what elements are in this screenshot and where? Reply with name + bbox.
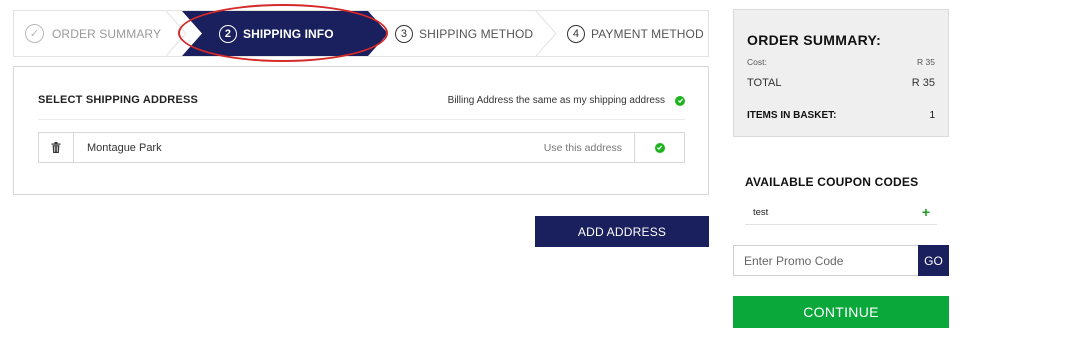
step-label: SHIPPING INFO [243, 26, 334, 41]
selected-address-indicator[interactable] [634, 133, 684, 162]
cost-label: Cost: [747, 57, 767, 67]
coupon-code: test [753, 206, 769, 218]
promo-code-form: GO [733, 245, 949, 276]
promo-code-input[interactable] [733, 245, 918, 276]
plus-icon[interactable]: + [922, 204, 937, 220]
checkout-steps: ✓ ORDER SUMMARY 2 SHIPPING INFO 3 SHIPPI… [13, 10, 709, 57]
go-button[interactable]: GO [918, 245, 949, 276]
billing-same-label: Billing Address the same as my shipping … [447, 95, 665, 106]
step-shipping-method[interactable]: 3 SHIPPING METHOD [395, 11, 533, 56]
shipping-address-panel: SELECT SHIPPING ADDRESS Billing Address … [13, 66, 709, 195]
coupon-codes-title: AVAILABLE COUPON CODES [745, 175, 919, 189]
section-heading: SELECT SHIPPING ADDRESS [38, 94, 199, 106]
continue-button[interactable]: CONTINUE [733, 296, 949, 328]
step-order-summary[interactable]: ✓ ORDER SUMMARY [25, 11, 161, 56]
items-value: 1 [929, 110, 935, 121]
address-name: Montague Park [87, 141, 162, 154]
check-circle-icon: ✓ [25, 24, 44, 43]
total-label: TOTAL [747, 77, 782, 89]
trash-icon [51, 142, 61, 153]
total-value: R 35 [911, 77, 935, 89]
order-summary-panel: ORDER SUMMARY: Cost: R 35 TOTAL R 35 ITE… [733, 9, 949, 137]
billing-same-toggle[interactable]: Billing Address the same as my shipping … [448, 95, 685, 106]
cost-row: Cost: R 35 [747, 57, 935, 67]
step-shipping-info[interactable]: 2 SHIPPING INFO [219, 11, 334, 56]
items-label: ITEMS IN BASKET: [747, 110, 837, 121]
step-number: 3 [395, 24, 413, 43]
step-number: 4 [567, 24, 585, 43]
step-label: SHIPPING METHOD [419, 26, 534, 41]
step-label: ORDER SUMMARY [52, 26, 162, 41]
step-payment-method[interactable]: 4 PAYMENT METHOD [567, 11, 704, 56]
add-address-button[interactable]: ADD ADDRESS [535, 216, 709, 247]
check-icon [654, 142, 665, 153]
summary-title: ORDER SUMMARY: [747, 32, 882, 48]
address-row: Montague Park Use this address [38, 132, 685, 163]
cost-value: R 35 [917, 57, 935, 67]
coupon-row: test + [745, 200, 937, 225]
chevron-separator-icon [535, 11, 557, 56]
step-label: PAYMENT METHOD [591, 26, 704, 41]
total-row: TOTAL R 35 [747, 77, 935, 89]
divider [38, 119, 685, 120]
use-this-address-link[interactable]: Use this address [544, 133, 634, 162]
items-row: ITEMS IN BASKET: 1 [747, 110, 935, 121]
check-icon [675, 95, 685, 106]
delete-address-button[interactable] [39, 133, 74, 162]
step-number: 2 [219, 24, 237, 43]
